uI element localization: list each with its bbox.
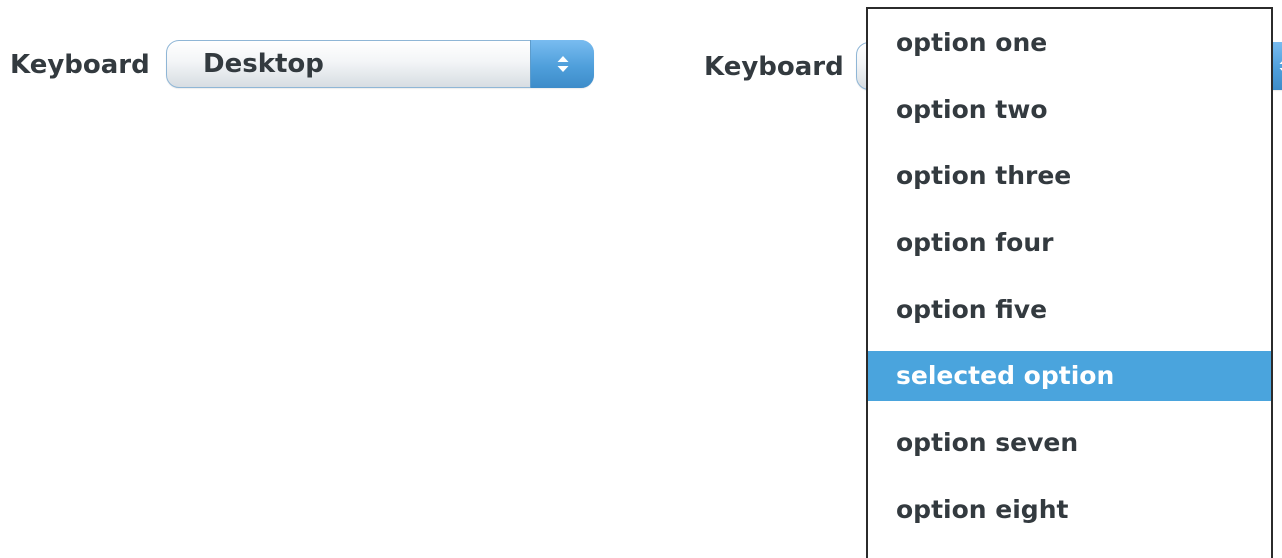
option-item[interactable]: option two <box>868 85 1271 135</box>
screen: Keyboard Desktop Keyboard option one opt… <box>0 0 1282 558</box>
option-item[interactable]: option three <box>868 151 1271 201</box>
option-item[interactable]: option seven <box>868 418 1271 468</box>
option-item[interactable]: option four <box>868 218 1271 268</box>
option-item-selected[interactable]: selected option <box>868 351 1271 401</box>
keyboard-label-left: Keyboard <box>10 50 150 80</box>
option-item[interactable]: option eight <box>868 485 1271 535</box>
keyboard-select-left[interactable]: Desktop <box>166 40 594 88</box>
updown-chevron-icon <box>1279 61 1282 71</box>
keyboard-select-left-arrow[interactable] <box>530 40 594 88</box>
keyboard-label-right: Keyboard <box>704 52 844 82</box>
options-popup: option one option two option three optio… <box>866 7 1273 558</box>
option-item[interactable]: option one <box>868 18 1271 68</box>
option-item[interactable]: option five <box>868 285 1271 335</box>
updown-chevron-icon <box>557 56 569 72</box>
keyboard-select-left-value: Desktop <box>203 49 324 79</box>
